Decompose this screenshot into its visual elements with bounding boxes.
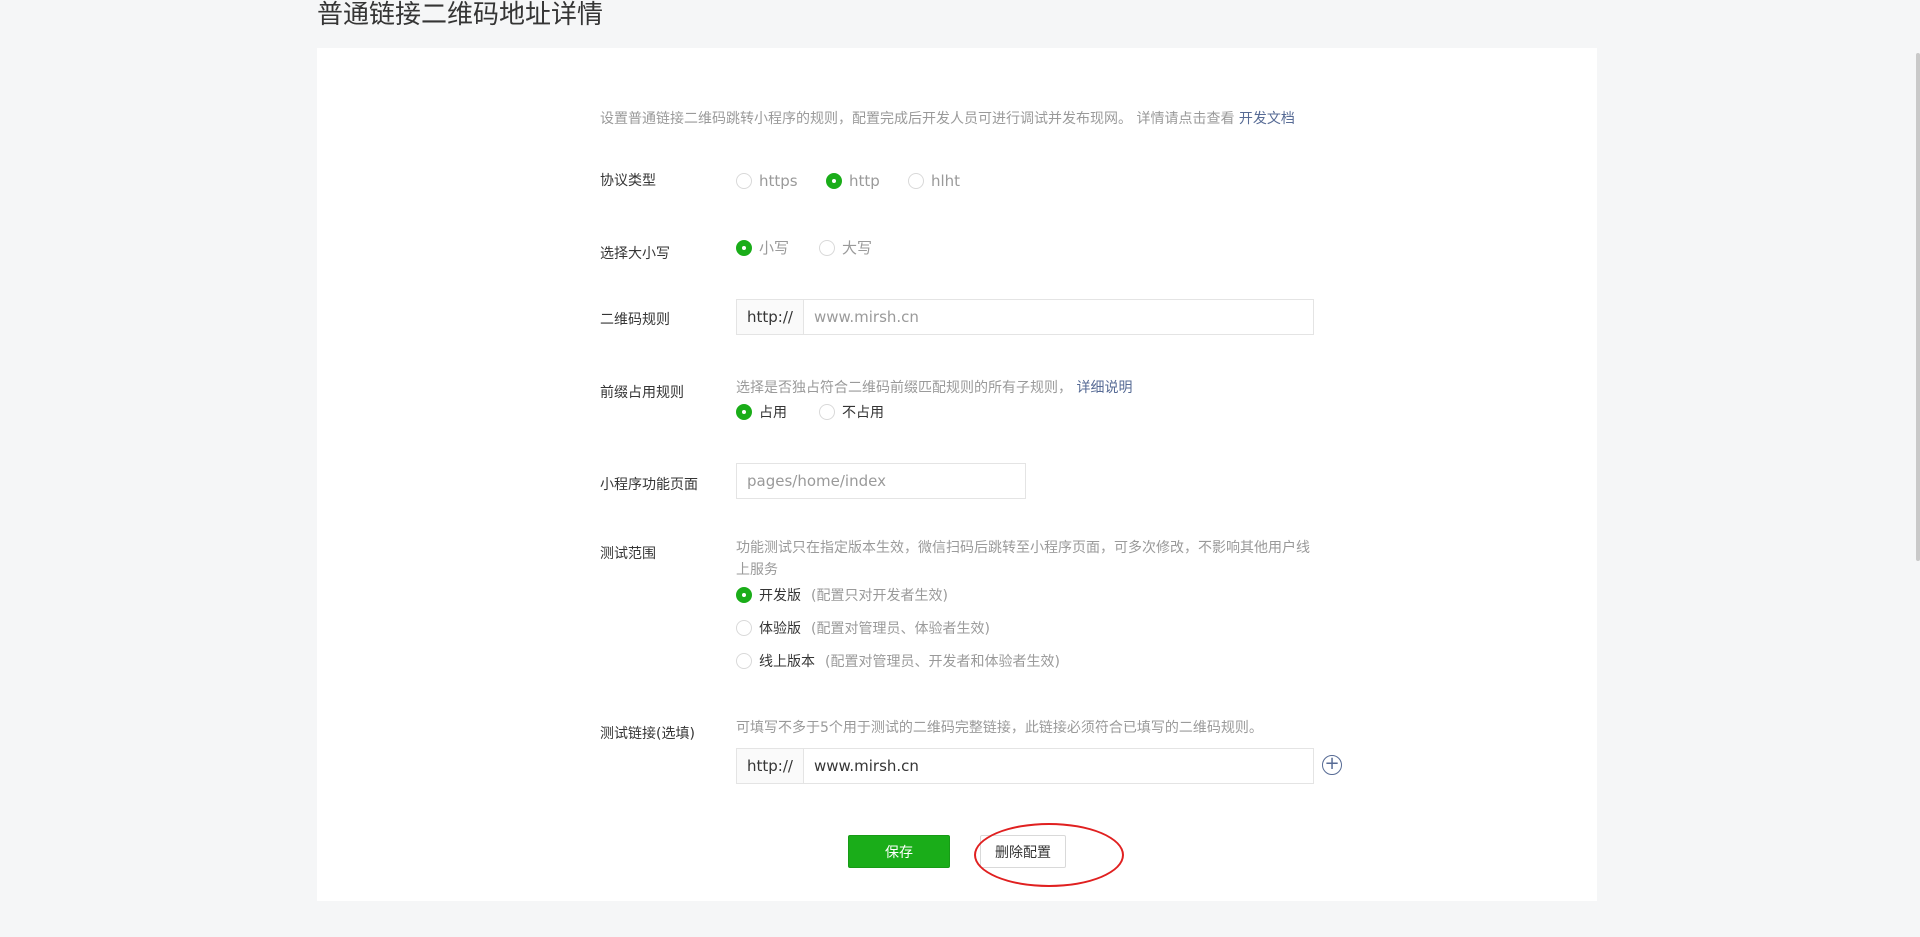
prefix-detail-link[interactable]: 详细说明 bbox=[1076, 380, 1132, 396]
radio-unchecked-icon bbox=[819, 403, 835, 420]
page-path-input[interactable]: pages/home/index bbox=[737, 472, 1025, 490]
protocol-http-label: http bbox=[849, 171, 880, 190]
case-option-upper[interactable]: 大写 bbox=[819, 237, 872, 258]
scope-trial-label: 体验版 bbox=[759, 620, 801, 637]
radio-unchecked-icon bbox=[908, 172, 924, 189]
scope-option-dev[interactable]: 开发版 (配置只对开发者生效) bbox=[736, 584, 948, 605]
intro-description: 设置普通链接二维码跳转小程序的规则，配置完成后开发人员可进行调试并发布现网。 详… bbox=[600, 111, 1235, 127]
test-link-input[interactable]: www.mirsh.cn bbox=[804, 757, 1313, 775]
page-label: 小程序功能页面 bbox=[600, 477, 698, 493]
dev-docs-link[interactable]: 开发文档 bbox=[1239, 111, 1295, 127]
case-option-lower[interactable]: 小写 bbox=[736, 237, 789, 258]
scope-online-note: (配置对管理员、开发者和体验者生效) bbox=[825, 653, 1060, 670]
save-button[interactable]: 保存 bbox=[848, 835, 950, 868]
prefix-option-occupy[interactable]: 占用 bbox=[736, 401, 787, 422]
qr-rule-label: 二维码规则 bbox=[600, 312, 670, 328]
prefix-not-occupy-label: 不占用 bbox=[842, 404, 884, 421]
scope-option-online[interactable]: 线上版本 (配置对管理员、开发者和体验者生效) bbox=[736, 650, 1060, 671]
highlight-annotation-ellipse bbox=[974, 823, 1124, 887]
prefix-rule-desc: 选择是否独占符合二维码前缀匹配规则的所有子规则， 详细说明 bbox=[736, 377, 1132, 397]
case-label: 选择大小写 bbox=[600, 246, 670, 262]
qr-rule-prefix: http:// bbox=[737, 300, 804, 334]
test-scope-desc-line1: 功能测试只在指定版本生效，微信扫码后跳转至小程序页面，可多次修改，不影响其他用户… bbox=[736, 540, 1310, 556]
case-upper-label: 大写 bbox=[842, 239, 873, 257]
prefix-option-not-occupy[interactable]: 不占用 bbox=[819, 401, 884, 422]
qr-rule-input[interactable]: www.mirsh.cn bbox=[804, 308, 1313, 326]
protocol-option-hlht[interactable]: hlht bbox=[908, 170, 960, 190]
protocol-option-http[interactable]: http bbox=[826, 170, 880, 190]
radio-unchecked-icon bbox=[819, 239, 835, 256]
radio-unchecked-icon bbox=[736, 652, 752, 669]
test-link-prefix: http:// bbox=[737, 749, 804, 783]
radio-checked-icon bbox=[736, 239, 752, 256]
protocol-hlht-label: hlht bbox=[931, 171, 961, 190]
test-link-label: 测试链接(选填) bbox=[600, 726, 695, 742]
intro-text: 设置普通链接二维码跳转小程序的规则，配置完成后开发人员可进行调试并发布现网。 详… bbox=[600, 108, 1295, 128]
protocol-option-https[interactable]: https bbox=[736, 170, 798, 190]
radio-checked-icon bbox=[826, 172, 842, 189]
scope-option-trial[interactable]: 体验版 (配置对管理员、体验者生效) bbox=[736, 617, 990, 638]
prefix-occupy-label: 占用 bbox=[759, 404, 787, 421]
scope-online-label: 线上版本 bbox=[759, 653, 815, 670]
test-link-input-group: http:// www.mirsh.cn bbox=[736, 748, 1314, 784]
protocol-label: 协议类型 bbox=[600, 173, 656, 189]
page-input-group: pages/home/index bbox=[736, 463, 1026, 499]
radio-unchecked-icon bbox=[736, 172, 752, 189]
radio-unchecked-icon bbox=[736, 619, 752, 636]
protocol-https-label: https bbox=[759, 171, 798, 190]
scope-dev-label: 开发版 bbox=[759, 587, 801, 604]
test-scope-desc-line2: 上服务 bbox=[736, 562, 778, 578]
prefix-rule-description: 选择是否独占符合二维码前缀匹配规则的所有子规则， bbox=[736, 380, 1072, 396]
radio-checked-icon bbox=[736, 586, 752, 603]
test-link-desc: 可填写不多于5个用于测试的二维码完整链接，此链接必须符合已填写的二维码规则。 bbox=[736, 720, 1263, 736]
qr-rule-input-group: http:// www.mirsh.cn bbox=[736, 299, 1314, 335]
scrollbar[interactable] bbox=[1916, 53, 1920, 561]
plus-circle-icon[interactable]: + bbox=[1322, 755, 1342, 775]
scope-dev-note: (配置只对开发者生效) bbox=[811, 587, 948, 604]
case-lower-label: 小写 bbox=[759, 239, 790, 257]
radio-checked-icon bbox=[736, 403, 752, 420]
test-scope-label: 测试范围 bbox=[600, 546, 656, 562]
scope-trial-note: (配置对管理员、体验者生效) bbox=[811, 620, 990, 637]
prefix-rule-label: 前缀占用规则 bbox=[600, 385, 684, 401]
page-title: 普通链接二维码地址详情 bbox=[317, 0, 604, 30]
